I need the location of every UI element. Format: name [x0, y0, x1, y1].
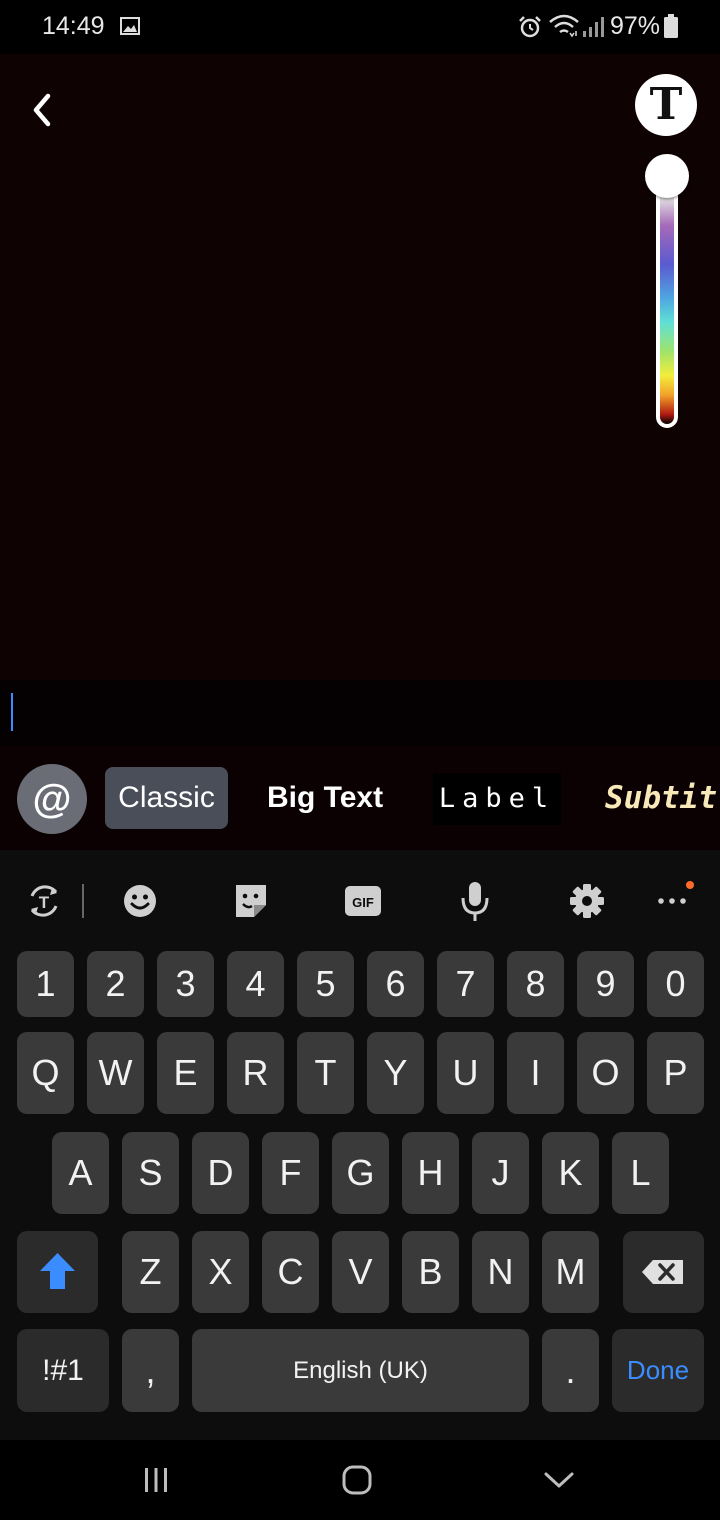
toolbar-separator: [82, 884, 84, 918]
key-2[interactable]: 2: [87, 951, 144, 1017]
svg-text:GIF: GIF: [352, 895, 374, 910]
key-8[interactable]: 8: [507, 951, 564, 1017]
hide-keyboard-icon[interactable]: [542, 1466, 576, 1494]
key-e[interactable]: E: [157, 1032, 214, 1114]
battery-icon: [664, 14, 678, 38]
caption-input[interactable]: [0, 680, 720, 746]
key-0[interactable]: 0: [647, 951, 704, 1017]
style-label-button[interactable]: Label: [433, 773, 561, 825]
key-c[interactable]: C: [262, 1231, 319, 1313]
key-s[interactable]: S: [122, 1132, 179, 1214]
home-icon[interactable]: [341, 1464, 373, 1496]
key-m[interactable]: M: [542, 1231, 599, 1313]
key-o[interactable]: O: [577, 1032, 634, 1114]
sticker-icon[interactable]: [229, 876, 273, 926]
done-key[interactable]: Done: [612, 1329, 704, 1412]
wifi-icon: [549, 14, 579, 38]
comma-key[interactable]: ,: [122, 1329, 179, 1412]
microphone-icon[interactable]: [453, 876, 497, 926]
key-j[interactable]: J: [472, 1132, 529, 1214]
gif-icon[interactable]: GIF: [341, 876, 385, 926]
notification-dot: [686, 881, 694, 889]
alarm-icon: [519, 16, 541, 38]
battery-percentage: 97%: [610, 12, 661, 40]
key-w[interactable]: W: [87, 1032, 144, 1114]
key-x[interactable]: X: [192, 1231, 249, 1313]
key-q[interactable]: Q: [17, 1032, 74, 1114]
color-slider-gradient: [660, 182, 674, 424]
text-mode-icon[interactable]: T: [22, 876, 66, 926]
key-a[interactable]: A: [52, 1132, 109, 1214]
svg-text:T: T: [39, 893, 50, 912]
key-v[interactable]: V: [332, 1231, 389, 1313]
shift-key[interactable]: [17, 1231, 98, 1313]
style-classic-button[interactable]: Classic: [105, 767, 228, 829]
key-r[interactable]: R: [227, 1032, 284, 1114]
back-button[interactable]: [24, 88, 64, 132]
key-l[interactable]: L: [612, 1132, 669, 1214]
mention-button[interactable]: @: [17, 764, 87, 834]
key-y[interactable]: Y: [367, 1032, 424, 1114]
key-6[interactable]: 6: [367, 951, 424, 1017]
backspace-icon: [642, 1260, 683, 1284]
editor-canvas[interactable]: [0, 54, 720, 680]
key-7[interactable]: 7: [437, 951, 494, 1017]
shift-arrow-icon: [40, 1253, 75, 1289]
gear-icon[interactable]: [565, 876, 609, 926]
style-big-text-button[interactable]: Big Text: [250, 767, 400, 829]
key-p[interactable]: P: [647, 1032, 704, 1114]
key-1[interactable]: 1: [17, 951, 74, 1017]
key-i[interactable]: I: [507, 1032, 564, 1114]
emoji-icon[interactable]: [118, 876, 162, 926]
period-key[interactable]: .: [542, 1329, 599, 1412]
key-n[interactable]: N: [472, 1231, 529, 1313]
status-time: 14:49: [42, 12, 105, 40]
key-k[interactable]: K: [542, 1132, 599, 1214]
color-slider-thumb[interactable]: [645, 154, 689, 198]
text-cursor: [11, 693, 13, 731]
key-5[interactable]: 5: [297, 951, 354, 1017]
key-z[interactable]: Z: [122, 1231, 179, 1313]
key-d[interactable]: D: [192, 1132, 249, 1214]
text-tool-button[interactable]: T: [635, 74, 697, 136]
key-3[interactable]: 3: [157, 951, 214, 1017]
style-subtitle-button[interactable]: Subtitle: [605, 767, 720, 829]
signal-icon: [583, 17, 604, 37]
key-f[interactable]: F: [262, 1132, 319, 1214]
key-t[interactable]: T: [297, 1032, 354, 1114]
key-g[interactable]: G: [332, 1132, 389, 1214]
key-4[interactable]: 4: [227, 951, 284, 1017]
key-u[interactable]: U: [437, 1032, 494, 1114]
space-key[interactable]: English (UK): [192, 1329, 529, 1412]
symbols-key[interactable]: !#1: [17, 1329, 109, 1412]
key-b[interactable]: B: [402, 1231, 459, 1313]
backspace-key[interactable]: [623, 1231, 704, 1313]
key-9[interactable]: 9: [577, 951, 634, 1017]
key-h[interactable]: H: [402, 1132, 459, 1214]
recent-apps-icon[interactable]: [141, 1465, 171, 1495]
image-notification-icon: [120, 17, 140, 35]
